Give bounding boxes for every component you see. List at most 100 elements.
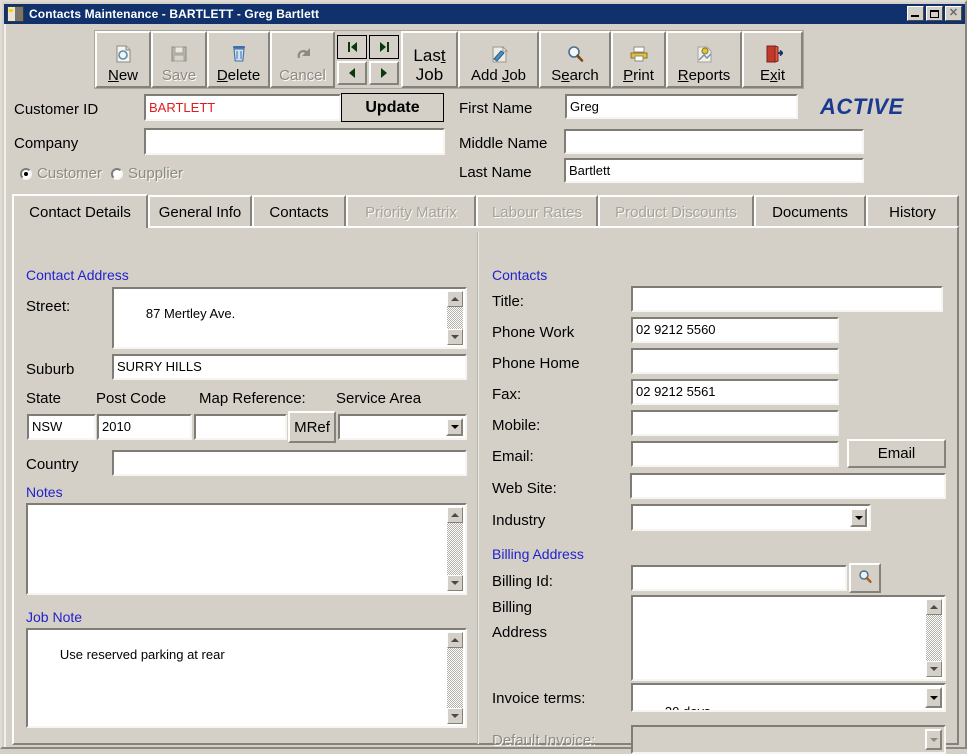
new-button[interactable]: New	[95, 31, 151, 88]
country-field[interactable]	[112, 450, 467, 476]
mobile-label: Mobile:	[492, 417, 540, 434]
billing-address-scrollbar[interactable]	[926, 599, 942, 677]
billing-address-scroll-down-button[interactable]	[926, 661, 942, 677]
last-job-button[interactable]: Last Job	[401, 31, 458, 88]
title-label: Title:	[492, 293, 524, 310]
first-name-label: First Name	[459, 100, 532, 117]
panel-divider	[477, 232, 479, 744]
radio-supplier-label: Supplier	[128, 165, 183, 182]
search-button-label: Search	[551, 67, 599, 84]
billing-address-scroll-up-button[interactable]	[926, 599, 942, 615]
notes-field[interactable]	[26, 503, 467, 595]
industry-dropdown[interactable]	[631, 504, 871, 531]
map-reference-field[interactable]	[194, 414, 287, 440]
reports-button[interactable]: Reports	[666, 31, 742, 88]
billing-address-field[interactable]	[631, 595, 946, 681]
update-button[interactable]: Update	[341, 93, 444, 122]
suburb-field[interactable]: SURRY HILLS	[112, 354, 467, 380]
mobile-field[interactable]	[631, 410, 839, 436]
notes-scroll-up-button[interactable]	[447, 507, 463, 523]
new-document-icon	[113, 41, 133, 67]
job-note-scrollbar[interactable]	[447, 632, 463, 724]
customer-id-field[interactable]: BARTLETT	[144, 94, 341, 121]
service-area-chevron-down-icon[interactable]	[446, 418, 463, 436]
cancel-button-label: Cancel	[279, 67, 326, 84]
cancel-button[interactable]: Cancel	[270, 31, 335, 88]
contact-details-panel: Contact Address Street: 87 Mertley Ave. …	[12, 226, 959, 745]
post-code-field[interactable]: 2010	[97, 414, 192, 440]
street-scroll-down-button[interactable]	[447, 329, 463, 345]
company-label: Company	[14, 135, 78, 152]
first-name-field[interactable]: Greg	[565, 94, 798, 119]
floppy-disk-icon	[170, 41, 188, 67]
next-record-button[interactable]	[369, 61, 399, 85]
state-field[interactable]: NSW	[27, 414, 96, 440]
toolbar: New Save	[94, 30, 804, 89]
street-scroll-up-button[interactable]	[447, 291, 463, 307]
map-reference-label: Map Reference:	[199, 390, 306, 407]
invoice-terms-dropdown[interactable]: 30 days	[631, 683, 946, 712]
phone-work-field[interactable]: 02 9212 5560	[631, 317, 839, 343]
suburb-label: Suburb	[26, 361, 74, 378]
tab-labour-rates[interactable]: Labour Rates	[476, 195, 598, 227]
email-button[interactable]: Email	[847, 439, 946, 468]
default-invoice-chevron-down-icon[interactable]	[925, 729, 942, 750]
company-field[interactable]	[144, 128, 445, 155]
radio-customer-label: Customer	[37, 165, 102, 182]
title-field[interactable]	[631, 286, 943, 312]
add-job-button[interactable]: Add Job	[458, 31, 539, 88]
industry-chevron-down-icon[interactable]	[850, 508, 867, 527]
email-field[interactable]	[631, 441, 839, 467]
tab-history[interactable]: History	[866, 195, 959, 227]
notes-scrollbar[interactable]	[447, 507, 463, 591]
minimize-button[interactable]	[907, 6, 924, 21]
last-job-button-label-line1: Last	[413, 46, 445, 65]
job-note-field[interactable]: Use reserved parking at rear	[26, 628, 467, 728]
job-note-scroll-up-button[interactable]	[447, 632, 463, 648]
phone-home-field[interactable]	[631, 348, 839, 374]
save-button-label: Save	[162, 67, 196, 84]
print-button[interactable]: Print	[611, 31, 666, 88]
mref-button[interactable]: MRef	[288, 411, 336, 443]
radio-supplier[interactable]: Supplier	[111, 165, 183, 182]
search-button[interactable]: Search	[539, 31, 611, 88]
reports-icon	[694, 41, 714, 67]
billing-address-label-line2: Address	[492, 624, 547, 641]
state-label: State	[26, 390, 61, 407]
tab-contacts[interactable]: Contacts	[252, 195, 346, 227]
street-scrollbar[interactable]	[447, 291, 463, 345]
delete-button[interactable]: Delete	[207, 31, 270, 88]
invoice-terms-chevron-down-icon[interactable]	[925, 687, 942, 708]
fax-field[interactable]: 02 9212 5561	[631, 379, 839, 405]
close-button[interactable]: ✕	[945, 6, 962, 21]
maximize-button[interactable]	[926, 6, 943, 21]
radio-customer[interactable]: Customer	[20, 165, 102, 182]
tab-product-discounts[interactable]: Product Discounts	[598, 195, 754, 227]
street-field[interactable]: 87 Mertley Ave.	[112, 287, 467, 349]
middle-name-field[interactable]	[564, 129, 864, 154]
job-note-value: Use reserved parking at rear	[60, 647, 225, 662]
invoice-terms-label: Invoice terms:	[492, 690, 585, 707]
billing-id-lookup-button[interactable]	[849, 563, 881, 593]
first-record-button[interactable]	[337, 35, 367, 59]
default-invoice-label: Default Invoice:	[492, 732, 595, 749]
notes-scroll-down-button[interactable]	[447, 575, 463, 591]
billing-id-field[interactable]	[631, 565, 847, 591]
tab-documents[interactable]: Documents	[754, 195, 866, 227]
save-button[interactable]: Save	[151, 31, 207, 88]
default-invoice-dropdown[interactable]	[631, 725, 946, 754]
last-name-field[interactable]: Bartlett	[564, 158, 864, 183]
last-record-button[interactable]	[369, 35, 399, 59]
job-note-scroll-down-button[interactable]	[447, 708, 463, 724]
record-navigation-group	[335, 31, 401, 88]
service-area-dropdown[interactable]	[338, 414, 467, 440]
tab-contact-details[interactable]: Contact Details	[12, 194, 148, 228]
magnifier-icon	[857, 569, 873, 588]
previous-record-button[interactable]	[337, 61, 367, 85]
exit-button[interactable]: Exit	[742, 31, 803, 88]
tab-general-info[interactable]: General Info	[148, 195, 252, 227]
web-site-field[interactable]	[630, 473, 946, 499]
industry-label: Industry	[492, 512, 545, 529]
post-code-label: Post Code	[96, 390, 166, 407]
tab-priority-matrix[interactable]: Priority Matrix	[346, 195, 476, 227]
